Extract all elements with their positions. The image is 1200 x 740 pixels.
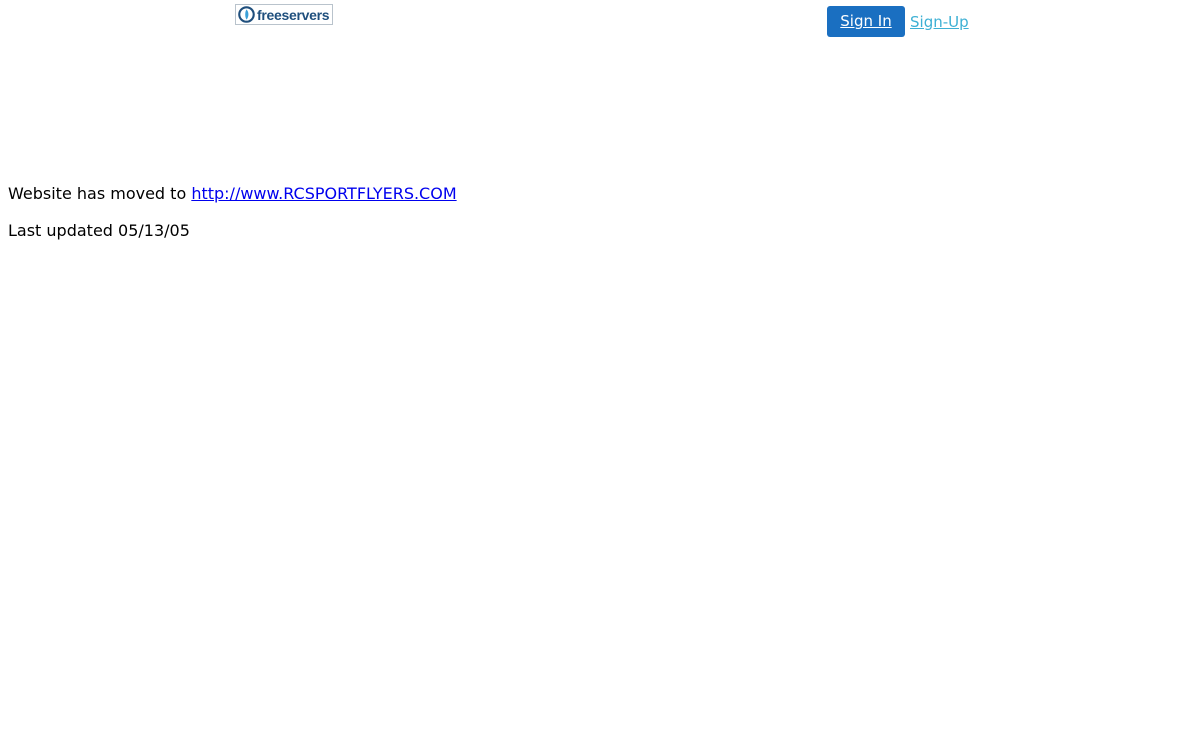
last-updated-text: Last updated 05/13/05 <box>8 221 190 240</box>
top-bar: freeservers Sign In Sign-Up <box>0 0 1200 44</box>
logo-text: freeservers <box>257 6 330 23</box>
moved-notice: Website has moved to http://www.RCSPORTF… <box>8 184 457 204</box>
moved-text: Website has moved to <box>8 184 192 203</box>
main-content: Website has moved to http://www.RCSPORTF… <box>8 184 457 258</box>
sign-up-link[interactable]: Sign-Up <box>910 13 969 31</box>
auth-links: Sign In Sign-Up <box>827 6 969 37</box>
freeservers-logo[interactable]: freeservers <box>235 4 333 25</box>
new-site-link[interactable]: http://www.RCSPORTFLYERS.COM <box>191 184 456 203</box>
sign-in-button[interactable]: Sign In <box>827 6 905 37</box>
freeservers-logo-icon <box>238 6 255 23</box>
